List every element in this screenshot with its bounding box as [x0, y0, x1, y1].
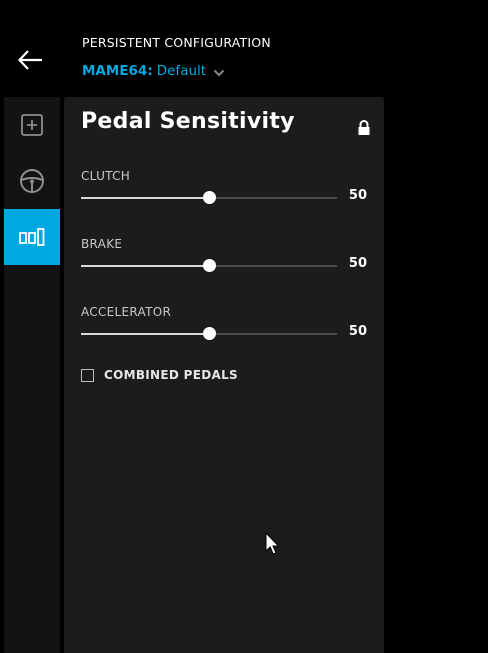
accelerator-slider-track[interactable]: [81, 327, 337, 340]
clutch-slider-group: CLUTCH 50: [81, 169, 367, 219]
accelerator-value: 50: [348, 324, 367, 339]
profile-name-label: Default: [156, 63, 207, 79]
clutch-value: 50: [348, 188, 367, 203]
accelerator-slider-thumb[interactable]: [203, 327, 216, 340]
chevron-down-icon: [213, 69, 225, 77]
combined-pedals-label: COMBINED PEDALS: [104, 368, 238, 382]
accelerator-slider-group: ACCELERATOR 50: [81, 305, 367, 355]
lock-icon: [357, 120, 371, 136]
rail-item-pedals[interactable]: [4, 209, 60, 265]
clutch-label: CLUTCH: [81, 169, 131, 183]
brake-slider-thumb[interactable]: [203, 259, 216, 272]
side-rail: [4, 97, 60, 653]
back-button[interactable]: [16, 46, 46, 74]
clutch-slider-thumb[interactable]: [203, 191, 216, 204]
accelerator-slider-fill: [81, 333, 209, 335]
clutch-slider-fill: [81, 197, 209, 199]
profile-game-label: MAME64:: [82, 63, 153, 79]
plus-square-icon: [21, 114, 43, 136]
combined-pedals-checkbox[interactable]: [81, 368, 94, 382]
brake-slider-fill: [81, 265, 209, 267]
rail-item-add[interactable]: [4, 97, 60, 153]
brake-slider-track[interactable]: [81, 259, 337, 272]
combined-pedals-option[interactable]: COMBINED PEDALS: [81, 367, 238, 383]
clutch-slider-track[interactable]: [81, 191, 337, 204]
app-window: PERSISTENT CONFIGURATION MAME64: Default: [0, 0, 488, 653]
persistent-configuration-title: PERSISTENT CONFIGURATION: [82, 35, 271, 50]
arrow-left-icon: [17, 50, 42, 70]
brake-label: BRAKE: [81, 237, 123, 251]
brake-value: 50: [348, 256, 367, 271]
brake-slider-group: BRAKE 50: [81, 237, 367, 287]
pedals-icon: [19, 228, 45, 246]
pedal-sensitivity-panel: Pedal Sensitivity CLUTCH 50 BRAKE 50 ACC…: [64, 97, 384, 653]
profile-dropdown[interactable]: MAME64: Default: [82, 61, 225, 81]
steering-wheel-icon: [20, 169, 44, 193]
accelerator-label: ACCELERATOR: [81, 305, 172, 319]
panel-title: Pedal Sensitivity: [81, 109, 295, 134]
rail-item-wheel[interactable]: [4, 153, 60, 209]
